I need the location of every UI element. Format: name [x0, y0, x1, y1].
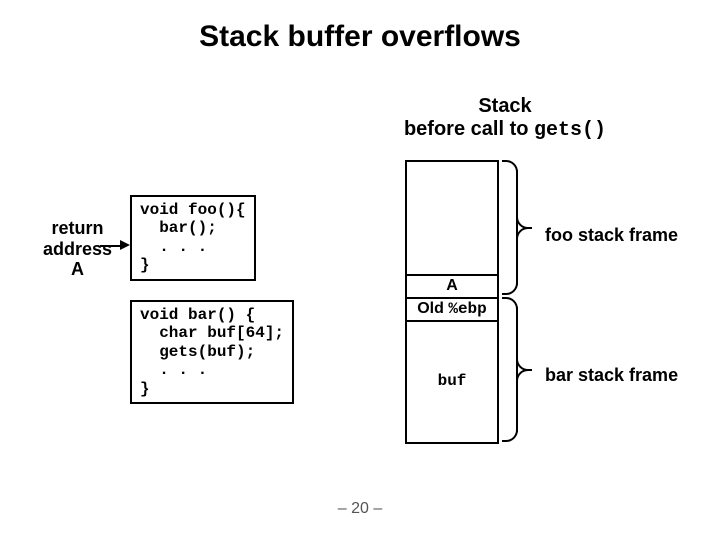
stack-diagram: A Old %ebp buf — [405, 160, 499, 444]
brace-foo-frame — [502, 160, 530, 295]
stack-subtitle: Stack before call to gets() — [375, 95, 635, 142]
subtitle-line2a: before call to — [404, 118, 534, 140]
page-title: Stack buffer overflows — [0, 0, 720, 54]
stack-divider — [407, 274, 497, 276]
foo-stack-frame-label: foo stack frame — [545, 225, 678, 246]
stack-cell-buf: buf — [407, 372, 497, 390]
return-address-arrow — [100, 245, 122, 247]
code-foo: void foo(){ bar(); . . . } — [130, 195, 256, 281]
stack-cell-old-ebp: Old %ebp — [407, 300, 497, 318]
code-bar: void bar() { char buf[64]; gets(buf); . … — [130, 300, 294, 404]
stack-divider — [407, 320, 497, 322]
stack-cell-return-address: A — [407, 277, 497, 295]
subtitle-line1: Stack — [478, 95, 531, 117]
stack-divider — [407, 297, 497, 299]
return-address-label: return address A — [30, 218, 125, 280]
bar-stack-frame-label: bar stack frame — [545, 365, 678, 386]
return-address-arrow-head — [120, 240, 130, 250]
brace-bar-frame — [502, 297, 530, 442]
subtitle-gets: gets() — [534, 119, 606, 142]
page-number: – 20 – — [0, 500, 720, 518]
